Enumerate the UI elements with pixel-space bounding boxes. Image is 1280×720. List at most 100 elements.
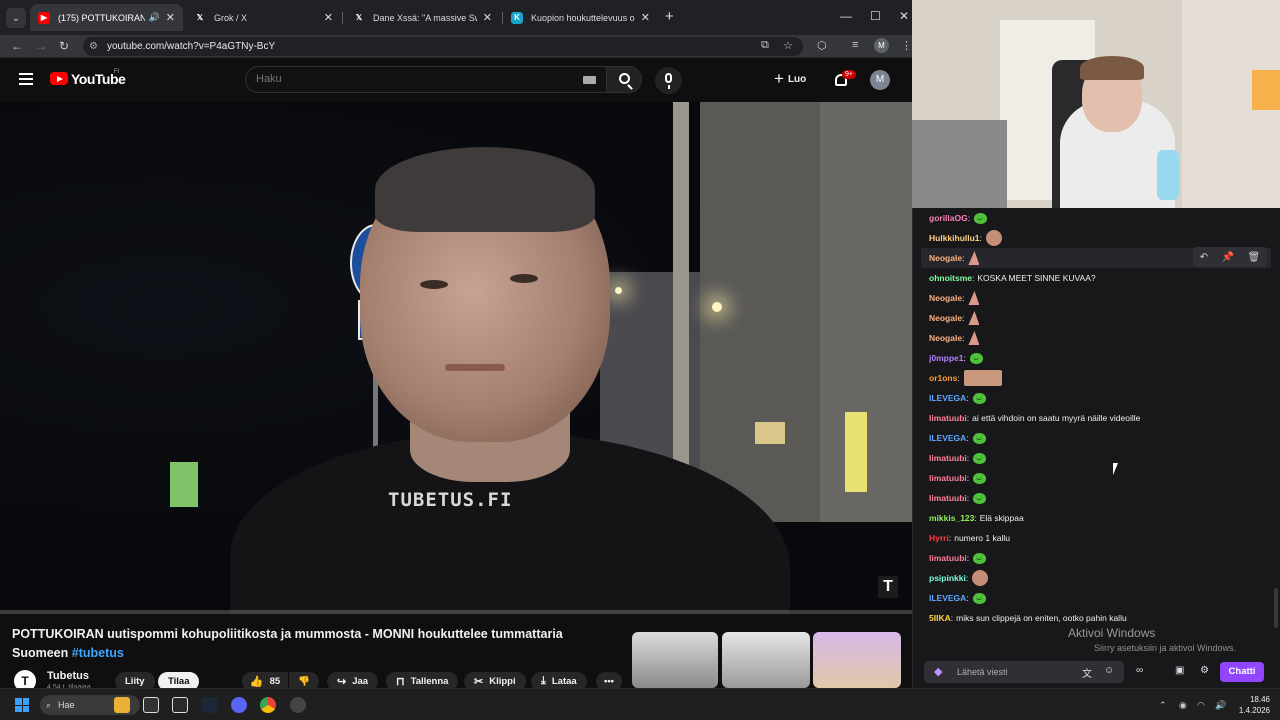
related-video-thumbnail[interactable] (632, 632, 718, 688)
account-avatar[interactable]: M (870, 70, 890, 90)
chat-scrollbar[interactable] (1274, 588, 1278, 628)
channel-name[interactable]: Tubetus (47, 670, 89, 682)
bits-icon[interactable]: ◆ (934, 661, 942, 683)
maximize-icon[interactable]: ☐ (870, 9, 881, 23)
extensions-icon[interactable]: ⬡ (817, 39, 827, 52)
green-emote-icon[interactable] (973, 552, 987, 564)
cone-emote-icon[interactable] (968, 291, 980, 305)
chat-username[interactable]: ILEVEGA (929, 593, 966, 603)
chat-username[interactable]: Hyrri (929, 533, 949, 543)
delete-icon[interactable]: 🗑 (1248, 252, 1261, 263)
green-emote-icon[interactable] (972, 592, 986, 604)
install-app-icon[interactable]: ⧉ (761, 39, 769, 52)
chat-username[interactable]: Neogale (929, 313, 962, 323)
browser-tab-grok[interactable]: 𝕏 Grok / X ✕ (186, 4, 341, 31)
green-emote-icon[interactable] (974, 212, 988, 224)
tab-search-button[interactable]: ⌄ (6, 8, 26, 28)
green-emote-icon[interactable] (973, 492, 987, 504)
hamburger-menu-icon[interactable] (19, 73, 33, 85)
green-emote-icon[interactable] (973, 452, 987, 464)
wide-emote-icon[interactable] (963, 370, 1002, 386)
profile-avatar[interactable]: M (874, 38, 889, 53)
related-video-thumbnail[interactable] (722, 632, 810, 688)
audio-icon[interactable]: 🔊 (149, 12, 160, 23)
chat-username[interactable]: ILEVEGA (929, 393, 966, 403)
menu-icon[interactable]: ⋮ (901, 39, 912, 52)
app-icon[interactable] (172, 697, 188, 713)
close-tab-icon[interactable]: ✕ (166, 11, 175, 24)
close-window-icon[interactable]: ✕ (899, 9, 909, 23)
green-emote-icon[interactable] (972, 432, 986, 444)
bookmark-star-icon[interactable]: ☆ (783, 39, 793, 52)
obs-icon[interactable] (290, 697, 306, 713)
search-box[interactable] (245, 66, 607, 93)
minimize-icon[interactable]: — (840, 9, 852, 23)
close-tab-icon[interactable]: ✕ (641, 11, 650, 24)
face-emote-icon[interactable] (985, 230, 1002, 246)
video-hashtag[interactable]: #tubetus (72, 646, 124, 660)
translate-icon[interactable]: 文 (1082, 665, 1092, 680)
face-emote-icon[interactable] (972, 570, 989, 586)
green-emote-icon[interactable] (972, 392, 986, 404)
voice-search-button[interactable] (655, 67, 682, 94)
forward-icon[interactable]: → (35, 39, 47, 53)
browser-tab-dane[interactable]: 𝕏 Dane Xssä: "A massive Swedish ✕ (345, 4, 500, 31)
start-icon[interactable] (15, 698, 29, 712)
search-button[interactable] (606, 66, 642, 93)
green-emote-icon[interactable] (973, 472, 987, 484)
discord-icon[interactable] (231, 697, 247, 713)
chat-username[interactable]: ohnoitsme (929, 273, 972, 283)
address-bar[interactable]: ⚙ youtube.com/watch?v=P4aGTNy-BcY (83, 37, 803, 56)
chat-username[interactable]: 5IIKA (929, 613, 951, 623)
related-video-thumbnail[interactable] (813, 632, 901, 688)
chat-username[interactable]: j0mppe1 (929, 353, 964, 363)
browser-tab-youtube[interactable]: ▶ (175) POTTUKOIRAN uutispo 🔊 ✕ (30, 4, 183, 31)
tray-overflow-icon[interactable]: ⌃ (1159, 700, 1167, 711)
new-tab-icon[interactable]: + (665, 8, 674, 25)
steam-icon[interactable] (201, 697, 217, 713)
taskbar-clock[interactable]: 18.46 1.4.2026 (1236, 694, 1270, 716)
network-icon[interactable]: ◉ (1179, 700, 1187, 711)
cone-emote-icon[interactable] (968, 311, 980, 325)
media-controls-icon[interactable]: ≡ (852, 39, 858, 51)
cone-emote-icon[interactable] (968, 331, 980, 345)
emote-picker-icon[interactable]: ☺ (1104, 665, 1114, 676)
chat-username[interactable]: limatuubi (929, 473, 967, 483)
reload-icon[interactable]: ↻ (59, 39, 69, 53)
close-tab-icon[interactable]: ✕ (324, 11, 333, 24)
chat-username[interactable]: limatuubi (929, 553, 967, 563)
chat-send-button[interactable]: Chatti (1220, 662, 1264, 682)
chat-username[interactable]: limatuubi (929, 493, 967, 503)
youtube-logo-icon[interactable] (50, 72, 68, 85)
chat-username[interactable]: Neogale (929, 293, 962, 303)
site-info-icon[interactable]: ⚙ (89, 37, 98, 56)
close-tab-icon[interactable]: ✕ (483, 11, 492, 24)
chat-username[interactable]: Neogale (929, 253, 962, 263)
chat-username[interactable]: limatuubi (929, 413, 967, 423)
file-explorer-icon[interactable] (114, 697, 130, 713)
chat-username[interactable]: mikkis_123 (929, 513, 974, 523)
app-icon[interactable] (143, 697, 159, 713)
channel-points-icon[interactable]: ∞ (1136, 665, 1143, 676)
back-icon[interactable]: ← (11, 39, 23, 53)
chrome-icon[interactable] (260, 697, 276, 713)
volume-icon[interactable]: 🔊 (1215, 700, 1226, 711)
chat-username[interactable]: or1ons (929, 373, 957, 383)
chat-username[interactable]: limatuubi (929, 453, 967, 463)
wifi-icon[interactable]: ◠ (1197, 700, 1205, 711)
browser-tab-kuopio[interactable]: K Kuopion houkuttelevuus on jo ✕ (503, 4, 658, 31)
chat-username[interactable]: Hulkkihullu1 (929, 233, 980, 243)
chat-username[interactable]: ILEVEGA (929, 433, 966, 443)
cone-emote-icon[interactable] (968, 251, 980, 265)
chat-username[interactable]: psipinkki (929, 573, 966, 583)
create-button[interactable]: + Luo (774, 70, 806, 87)
search-input[interactable] (256, 73, 556, 85)
green-emote-icon[interactable] (969, 352, 983, 364)
chat-username[interactable]: gorillaOG (929, 213, 968, 223)
keyboard-icon[interactable] (583, 76, 596, 84)
chat-username[interactable]: Neogale (929, 333, 962, 343)
chat-input[interactable]: ◆ Lähetä viesti (924, 661, 1124, 683)
gift-icon[interactable]: ▣ (1175, 665, 1184, 676)
reply-icon[interactable]: ↶ (1200, 252, 1208, 263)
video-player[interactable]: TUBETUS.FI T (0, 102, 912, 614)
